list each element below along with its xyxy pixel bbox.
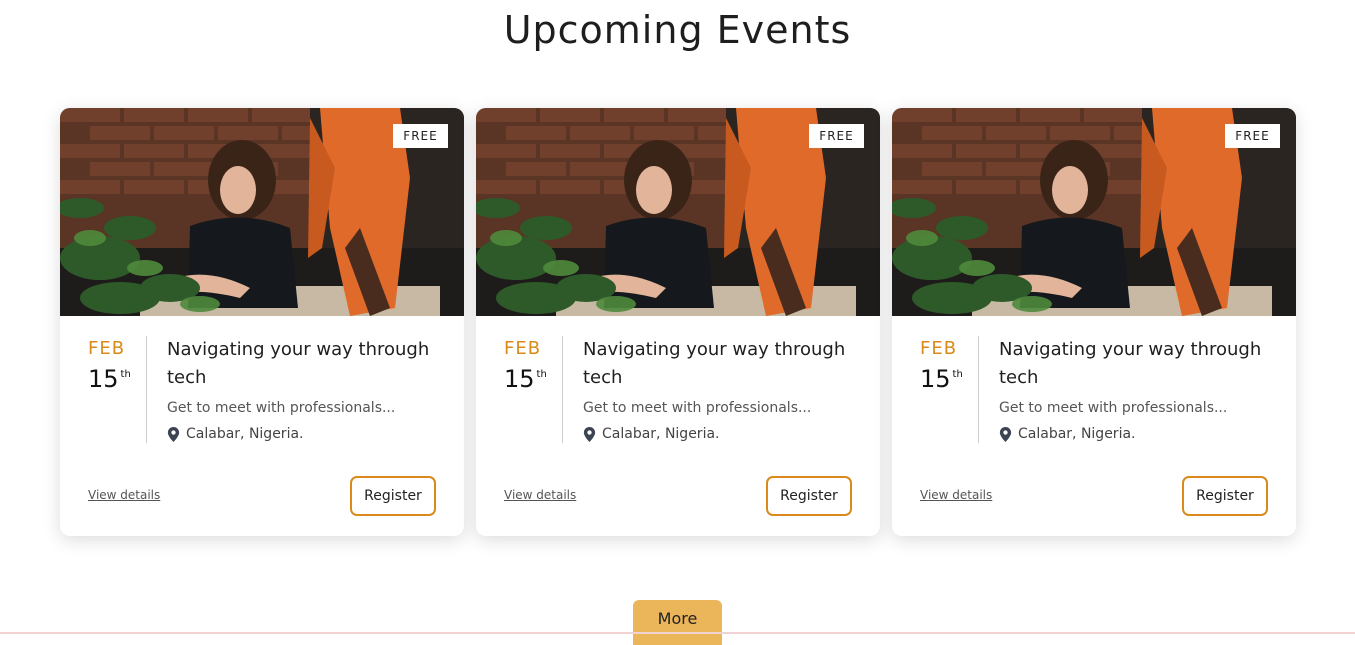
event-location: Calabar, Nigeria.	[583, 426, 865, 442]
register-button[interactable]: Register	[350, 476, 436, 516]
event-card: FREE FEB 15th Navigating your way throug…	[476, 108, 880, 536]
event-cards: FREE FEB 15th Navigating your way throug…	[60, 108, 1296, 536]
view-details-link[interactable]: View details	[920, 488, 992, 502]
event-title: Navigating your way through tech	[583, 339, 846, 388]
event-location-text: Calabar, Nigeria.	[1018, 426, 1136, 442]
date-divider	[562, 336, 563, 443]
date-divider	[146, 336, 147, 443]
event-day-suffix: th	[952, 369, 963, 380]
free-badge: FREE	[809, 124, 864, 148]
event-card: FREE FEB 15th Navigating your way throug…	[892, 108, 1296, 536]
event-month: FEB	[504, 338, 542, 359]
event-month: FEB	[920, 338, 958, 359]
location-pin-icon	[583, 426, 596, 442]
event-location: Calabar, Nigeria.	[999, 426, 1281, 442]
event-location-text: Calabar, Nigeria.	[602, 426, 720, 442]
event-description: Get to meet with professionals...	[167, 400, 396, 416]
event-day-number: 15	[88, 365, 119, 393]
date-divider	[978, 336, 979, 443]
register-button[interactable]: Register	[766, 476, 852, 516]
location-pin-icon	[167, 426, 180, 442]
event-location: Calabar, Nigeria.	[167, 426, 449, 442]
register-button[interactable]: Register	[1182, 476, 1268, 516]
event-photo: FREE	[892, 108, 1296, 316]
location-pin-icon	[999, 426, 1012, 442]
event-location-text: Calabar, Nigeria.	[186, 426, 304, 442]
event-info: Navigating your way through tech Get to …	[999, 336, 1281, 442]
page-title: Upcoming Events	[503, 8, 852, 52]
event-day: 15th	[504, 365, 564, 393]
event-day-number: 15	[920, 365, 951, 393]
event-month: FEB	[88, 338, 126, 359]
event-day-suffix: th	[536, 369, 547, 380]
event-title: Navigating your way through tech	[999, 339, 1262, 388]
more-button[interactable]: More	[633, 600, 722, 645]
event-date: FEB 15th	[88, 338, 148, 393]
event-info: Navigating your way through tech Get to …	[167, 336, 449, 442]
event-description: Get to meet with professionals...	[999, 400, 1228, 416]
section-bottom-divider	[0, 632, 1355, 634]
event-title: Navigating your way through tech	[167, 339, 430, 388]
event-date: FEB 15th	[504, 338, 564, 393]
free-badge: FREE	[393, 124, 448, 148]
event-description: Get to meet with professionals...	[583, 400, 812, 416]
event-card: FREE FEB 15th Navigating your way throug…	[60, 108, 464, 536]
event-day: 15th	[88, 365, 148, 393]
event-photo: FREE	[476, 108, 880, 316]
event-day-suffix: th	[120, 369, 131, 380]
free-badge: FREE	[1225, 124, 1280, 148]
event-photo: FREE	[60, 108, 464, 316]
view-details-link[interactable]: View details	[504, 488, 576, 502]
event-day: 15th	[920, 365, 980, 393]
event-info: Navigating your way through tech Get to …	[583, 336, 865, 442]
event-date: FEB 15th	[920, 338, 980, 393]
event-day-number: 15	[504, 365, 535, 393]
view-details-link[interactable]: View details	[88, 488, 160, 502]
